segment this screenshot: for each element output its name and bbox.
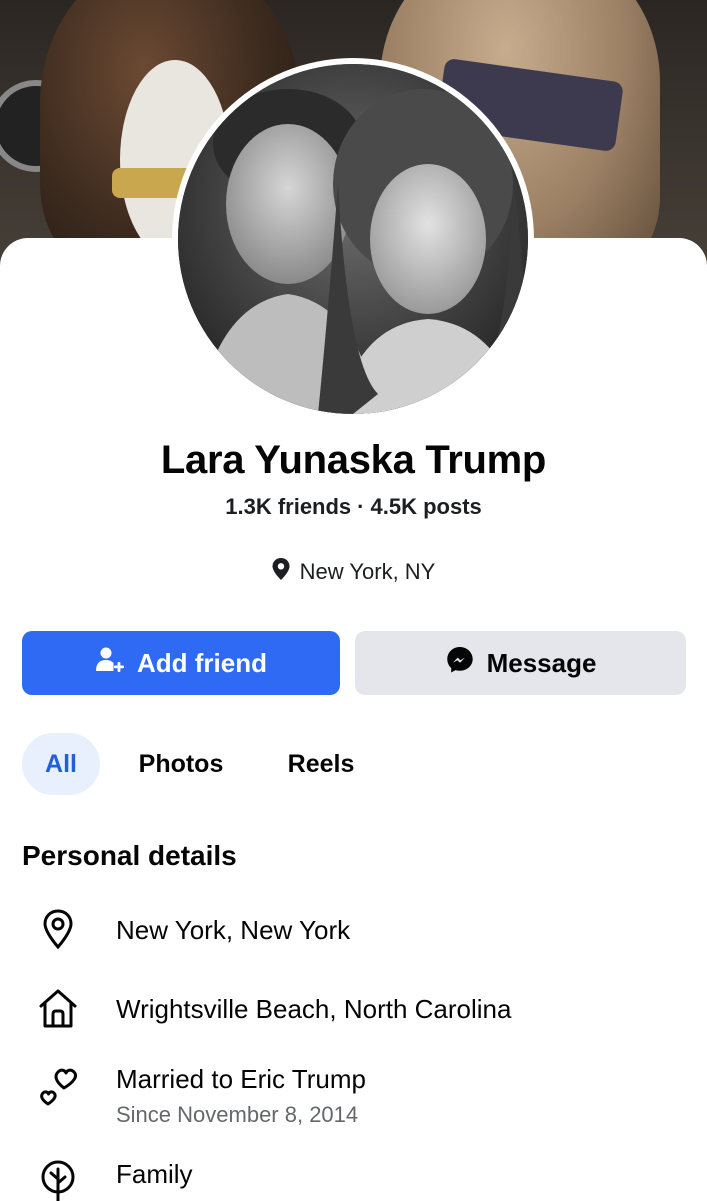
messenger-icon xyxy=(445,645,475,682)
stats-separator: · xyxy=(357,494,365,519)
detail-hometown-text: Wrightsville Beach, North Carolina xyxy=(116,994,512,1024)
personal-details-heading: Personal details xyxy=(22,840,237,871)
detail-current-city-text: New York, New York xyxy=(116,915,351,945)
profile-photo-art xyxy=(178,64,528,414)
message-label: Message xyxy=(486,647,597,678)
add-friend-button[interactable]: Add friend xyxy=(22,631,340,695)
profile-location: New York, NY xyxy=(0,558,707,586)
location-text: New York, NY xyxy=(299,559,436,584)
profile-stats: 1.3K friends · 4.5K posts xyxy=(0,494,707,520)
hearts-icon xyxy=(36,1064,80,1108)
friends-count[interactable]: 1.3K friends xyxy=(225,494,351,519)
message-button[interactable]: Message xyxy=(355,631,686,695)
tab-reels[interactable]: Reels xyxy=(262,733,380,795)
profile-picture[interactable] xyxy=(178,64,528,414)
profile-name: Lara Yunaska Trump xyxy=(160,438,547,482)
profile-tabs: All Photos Reels xyxy=(22,733,380,795)
family-tree-icon xyxy=(36,1157,80,1201)
add-friend-label: Add friend xyxy=(137,647,267,678)
posts-count: 4.5K posts xyxy=(370,494,482,519)
add-person-icon xyxy=(95,645,125,682)
detail-family-text: Family xyxy=(116,1159,193,1189)
home-icon xyxy=(36,986,80,1030)
tab-all[interactable]: All xyxy=(22,733,100,795)
detail-relationship-text: Married to Eric Trump xyxy=(116,1064,366,1094)
location-pin-small-icon xyxy=(272,558,290,586)
profile-picture-ring xyxy=(172,58,534,420)
detail-relationship-since: Since November 8, 2014 xyxy=(116,1102,359,1127)
tab-photos[interactable]: Photos xyxy=(100,733,262,795)
location-pin-icon xyxy=(36,907,80,951)
